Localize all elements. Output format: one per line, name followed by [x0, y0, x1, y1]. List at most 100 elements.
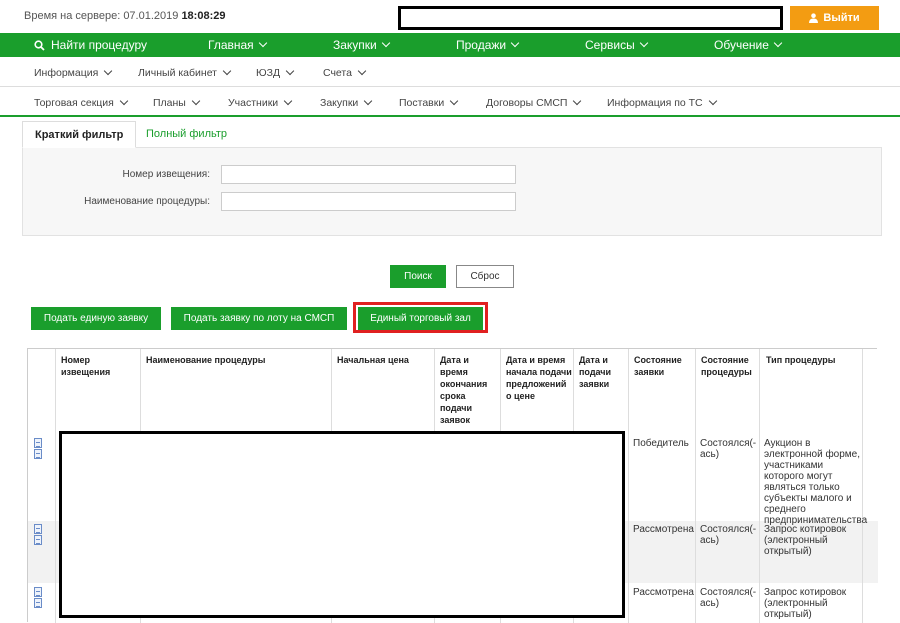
subnav-label: Планы [153, 97, 186, 109]
procedure-status: Состоялся(-ась) [700, 524, 757, 546]
header-procedure-status[interactable]: Состояние процедуры [701, 354, 759, 378]
header-notice-number[interactable]: Номер извещения [61, 354, 136, 378]
find-procedure-label: Найти процедуру [51, 38, 147, 52]
user-icon [809, 13, 819, 23]
chevron-down-icon [283, 96, 293, 106]
header-deadline[interactable]: Дата и время окончания срока подачи заяв… [440, 354, 498, 426]
procedure-type: Аукцион в электронной форме, участниками… [764, 438, 868, 526]
subnav-item-accounts[interactable]: Счета [323, 66, 367, 79]
header-start-price[interactable]: Начальная цена [337, 354, 432, 366]
procedure-name-label: Наименование процедуры: [84, 196, 210, 207]
chevron-down-icon [449, 96, 459, 106]
subnav-item-deliveries[interactable]: Поставки [399, 96, 459, 109]
subnav-label: Информация по ТС [607, 97, 703, 109]
procedure-status: Состоялся(-ась) [700, 587, 757, 609]
application-status: Победитель [633, 438, 689, 449]
nav-item-sales[interactable]: Продажи [456, 38, 520, 52]
top-bar: Время на сервере: 07.01.2019 18:08:29 Вы… [0, 0, 900, 33]
find-procedure-link[interactable]: Найти процедуру [34, 38, 147, 52]
submit-single-application-button[interactable]: Подать единую заявку [31, 307, 161, 330]
nav-item-label: Закупки [333, 38, 377, 52]
subnav-item-ts-info[interactable]: Информация по ТС [607, 96, 717, 109]
subnav-item-trading-section[interactable]: Торговая секция [34, 96, 129, 109]
reset-button[interactable]: Сброс [456, 265, 514, 288]
server-time-value: 18:08:29 [181, 10, 226, 22]
column-divider [629, 349, 696, 623]
tab-full-filter[interactable]: Полный фильтр [134, 121, 239, 148]
server-time-label: Время на сервере: 07.01.2019 [24, 10, 179, 22]
document-icon[interactable] [34, 524, 42, 534]
subnav-label: Участники [228, 97, 279, 109]
redacted-area [59, 431, 625, 618]
document-icon[interactable] [34, 535, 42, 545]
document-icon[interactable] [34, 587, 42, 597]
document-icon[interactable] [34, 449, 42, 459]
chevron-down-icon [708, 96, 717, 106]
subnav-item-info[interactable]: Информация [34, 66, 113, 79]
nav-item-purchases[interactable]: Закупки [333, 38, 391, 52]
chevron-down-icon [104, 66, 113, 76]
subnav-label: ЮЗД [256, 67, 281, 79]
server-time: Время на сервере: 07.01.2019 18:08:29 [24, 10, 225, 22]
nav-item-services[interactable]: Сервисы [585, 38, 648, 52]
document-icon[interactable] [34, 598, 42, 608]
sub-nav-secondary: Торговая секция Планы Участники Закупки … [0, 88, 900, 117]
exit-button-label: Выйти [823, 12, 860, 24]
nav-item-training[interactable]: Обучение [714, 38, 783, 52]
nav-item-label: Сервисы [585, 38, 635, 52]
notice-number-input[interactable] [221, 165, 516, 184]
chevron-down-icon [285, 66, 295, 76]
subnav-item-contracts[interactable]: Договоры СМСП [486, 96, 582, 109]
nav-item-label: Обучение [714, 38, 769, 52]
chevron-down-icon [573, 96, 582, 106]
subnav-item-participants[interactable]: Участники [228, 96, 293, 109]
application-status: Рассмотрена [633, 524, 694, 535]
redacted-field [398, 6, 783, 30]
procedure-type: Запрос котировок (электронный открытый) [764, 587, 847, 620]
sub-nav-primary: Информация Личный кабинет ЮЗД Счета [0, 58, 900, 87]
document-icon[interactable] [34, 438, 42, 448]
chevron-down-icon [364, 96, 373, 106]
column-divider [28, 349, 56, 623]
header-price-offer-start[interactable]: Дата и время начала подачи предложений о… [506, 354, 572, 402]
subnav-item-purchases[interactable]: Закупки [320, 96, 373, 109]
notice-number-label: Номер извещения: [122, 169, 210, 180]
procedure-type: Запрос котировок (электронный открытый) [764, 524, 847, 557]
chevron-down-icon [357, 66, 367, 76]
nav-item-main[interactable]: Главная [208, 38, 267, 52]
header-application-date[interactable]: Дата и подачи заявки [579, 354, 627, 390]
header-application-status[interactable]: Состояние заявки [634, 354, 694, 378]
search-icon [34, 39, 45, 51]
subnav-item-yuzd[interactable]: ЮЗД [256, 66, 295, 79]
subnav-label: Торговая секция [34, 97, 114, 109]
subnav-label: Счета [323, 67, 352, 79]
header-procedure-type[interactable]: Тип процедуры [766, 354, 861, 366]
subnav-item-cabinet[interactable]: Личный кабинет [138, 66, 232, 79]
main-nav: Найти процедуру Главная Закупки Продажи … [0, 33, 900, 57]
nav-item-label: Главная [208, 38, 254, 52]
tab-short-filter[interactable]: Краткий фильтр [22, 121, 137, 148]
chevron-down-icon [191, 96, 201, 106]
column-divider [696, 349, 760, 623]
submit-lot-application-button[interactable]: Подать заявку по лоту на СМСП [171, 307, 347, 330]
header-procedure-name[interactable]: Наименование процедуры [146, 354, 326, 366]
subnav-label: Поставки [399, 97, 445, 109]
nav-item-label: Продажи [456, 38, 507, 52]
search-button[interactable]: Поиск [390, 265, 446, 288]
subnav-label: Личный кабинет [138, 67, 217, 79]
chevron-down-icon [119, 96, 129, 106]
subnav-item-plans[interactable]: Планы [153, 96, 201, 109]
application-status: Рассмотрена [633, 587, 694, 598]
subnav-label: Закупки [320, 97, 359, 109]
chevron-down-icon [381, 38, 391, 48]
chevron-down-icon [510, 38, 520, 48]
chevron-down-icon [222, 66, 232, 76]
exit-button[interactable]: Выйти [790, 6, 879, 30]
subnav-label: Информация [34, 67, 99, 79]
chevron-down-icon [258, 38, 267, 48]
procedure-name-input[interactable] [221, 192, 516, 211]
subnav-label: Договоры СМСП [486, 97, 568, 109]
chevron-down-icon [773, 38, 783, 48]
chevron-down-icon [639, 38, 648, 48]
trading-hall-button[interactable]: Единый торговый зал [358, 307, 483, 330]
